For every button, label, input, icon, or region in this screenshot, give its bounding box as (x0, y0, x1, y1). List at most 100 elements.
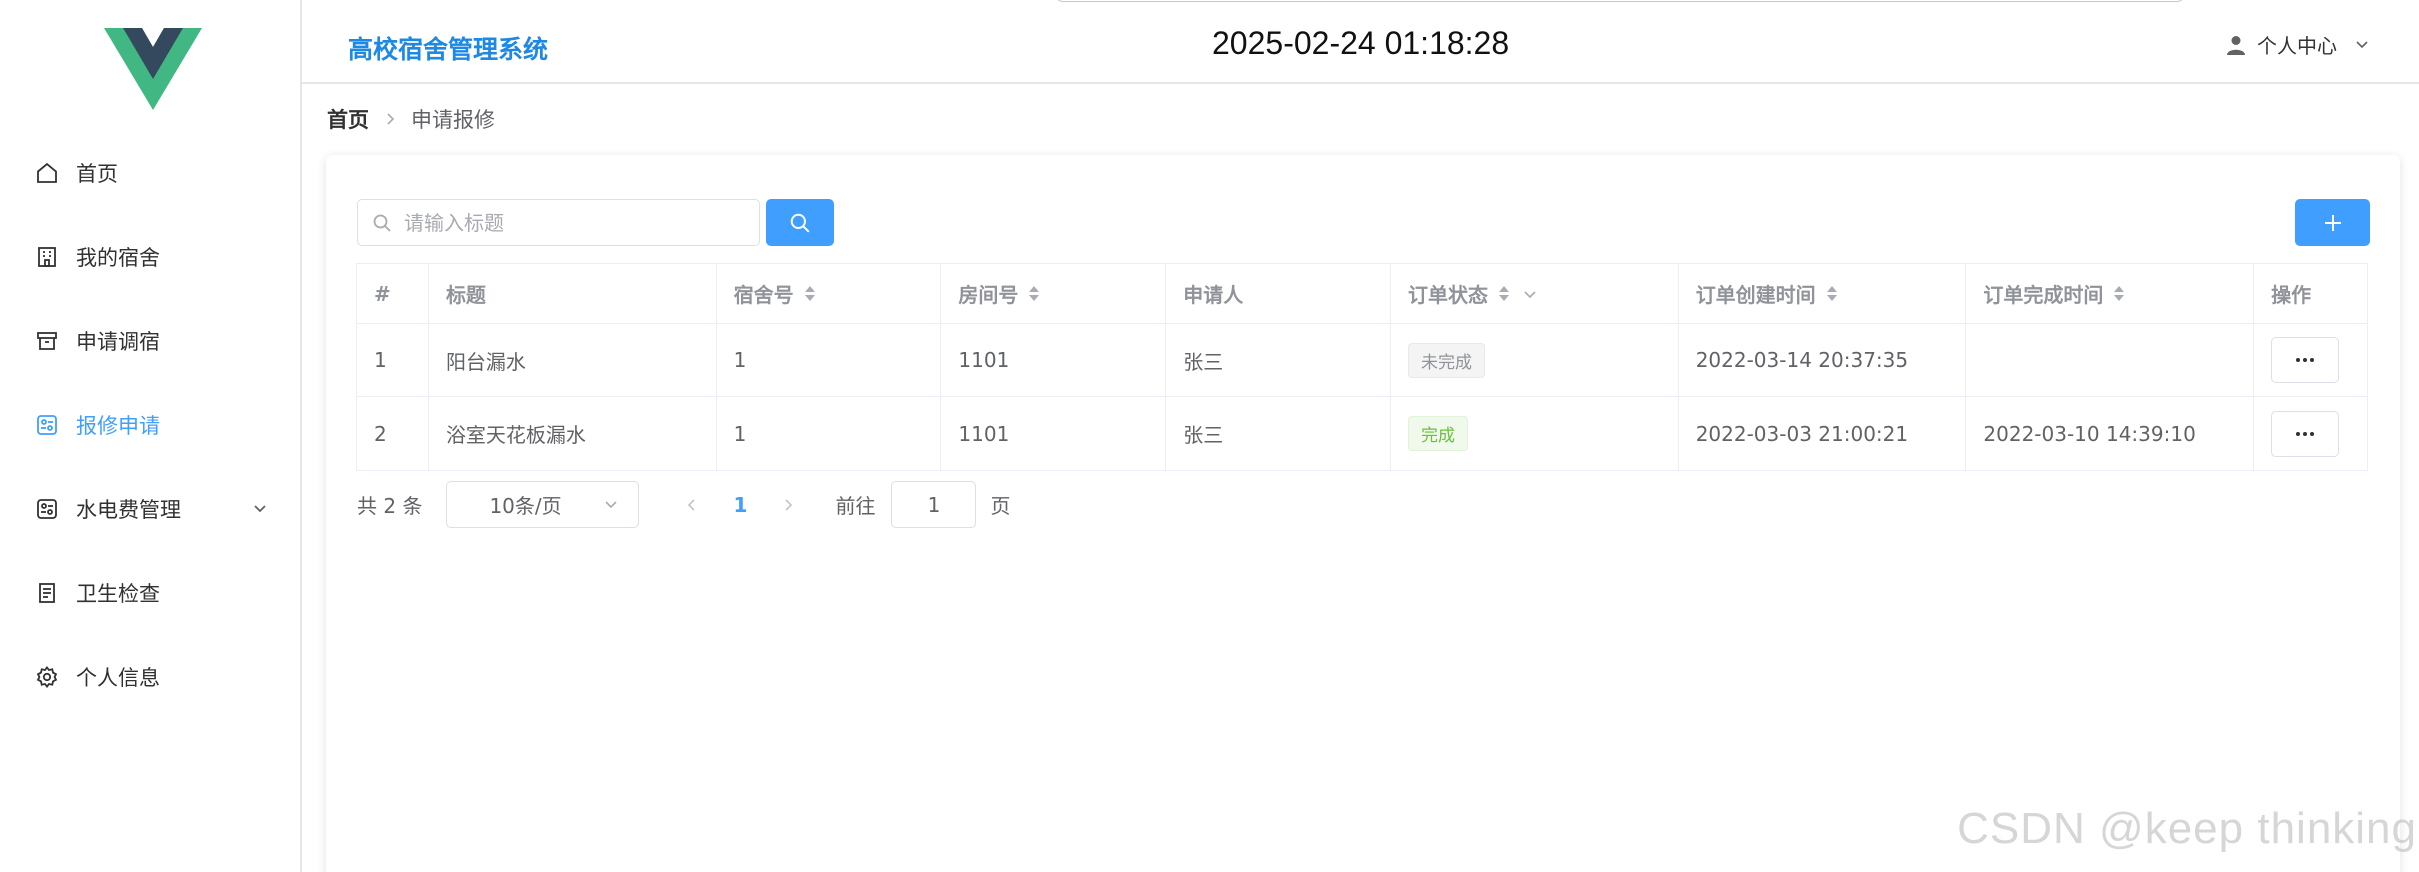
pagination: 共 2 条 10条/页 1 前往 页 (357, 481, 1010, 528)
goto-label: 前往 (835, 494, 876, 518)
building-icon (32, 242, 62, 272)
sidebar-item-label: 报修申请 (76, 414, 160, 438)
watermark: CSDN @keep thinking (1957, 804, 2417, 853)
sidebar-item-repair[interactable]: 报修申请 (0, 395, 300, 455)
cell-actions (2254, 397, 2367, 470)
user-center-dropdown[interactable]: 个人中心 (2225, 30, 2371, 59)
clock: 2025-02-24 01:18:28 (1212, 25, 1510, 61)
column-header-status[interactable]: 订单状态 (1391, 264, 1679, 323)
cell-room: 1101 (941, 397, 1167, 470)
more-actions-button[interactable] (2271, 337, 2340, 383)
repair-icon (32, 410, 62, 440)
prev-page-button[interactable] (677, 498, 707, 512)
column-header-room[interactable]: 房间号 (941, 264, 1167, 323)
column-header-title: 标题 (429, 264, 717, 323)
cell-applicant: 张三 (1166, 397, 1391, 470)
content-card: # 标题 宿舍号 房间号 申请人 订单状态 订单创建时间 订单完成时间 操作 1… (326, 155, 2400, 872)
next-page-button[interactable] (773, 498, 803, 512)
document-icon (32, 578, 62, 608)
cell-room: 1101 (941, 324, 1167, 396)
cell-finished (1966, 324, 2255, 396)
sidebar-item-my-dorm[interactable]: 我的宿舍 (0, 227, 300, 287)
sidebar: 首页 我的宿舍 申请调宿 报修申请 水电费管理 卫生检查 个人信息 (0, 0, 302, 872)
utility-icon (32, 494, 62, 524)
filter-chevron-icon[interactable] (1522, 286, 1538, 302)
sidebar-item-label: 申请调宿 (76, 330, 160, 354)
chevron-left-icon (688, 498, 696, 511)
home-icon (32, 158, 62, 188)
plus-icon (2324, 214, 2341, 231)
page-number[interactable]: 1 (725, 493, 755, 517)
vue-logo (104, 28, 202, 110)
search-box[interactable] (357, 199, 760, 246)
column-header-label: 订单完成时间 (1983, 283, 2104, 307)
sort-icon[interactable] (1826, 284, 1838, 304)
app-title[interactable]: 高校宿舍管理系统 (348, 30, 548, 66)
column-header-label: 房间号 (958, 283, 1019, 307)
user-icon (2227, 35, 2245, 55)
cell-finished: 2022-03-10 14:39:10 (1966, 397, 2255, 470)
sidebar-item-transfer[interactable]: 申请调宿 (0, 311, 300, 371)
more-dots-icon (2296, 431, 2315, 436)
cell-title: 阳台漏水 (429, 324, 717, 396)
cell-status: 未完成 (1391, 324, 1679, 396)
cell-index: 1 (357, 324, 429, 396)
goto-page-input[interactable] (891, 481, 977, 528)
chevron-right-icon (785, 498, 793, 511)
status-badge: 未完成 (1407, 342, 1485, 378)
browser-bar-edge (1055, 0, 2185, 2)
sidebar-item-label: 我的宿舍 (76, 246, 160, 270)
page-suffix: 页 (990, 494, 1011, 518)
column-header-actions: 操作 (2271, 283, 2312, 307)
user-center-label: 个人中心 (2257, 34, 2337, 58)
add-button[interactable] (2295, 199, 2370, 246)
sort-icon[interactable] (2113, 284, 2125, 304)
cell-applicant: 张三 (1166, 324, 1391, 396)
table-row: 2 浴室天花板漏水 1 1101 张三 完成 2022-03-03 21:00:… (357, 397, 2367, 470)
sidebar-item-label: 卫生检查 (76, 582, 160, 606)
cell-dorm: 1 (717, 324, 942, 396)
column-header-applicant: 申请人 (1166, 264, 1391, 323)
page-size-select[interactable]: 10条/页 (446, 481, 640, 528)
column-header-label: 订单状态 (1407, 283, 1488, 307)
table-row: 1 阳台漏水 1 1101 张三 未完成 2022-03-14 20:37:35 (357, 324, 2367, 397)
search-icon (373, 214, 391, 232)
sidebar-item-label: 个人信息 (76, 666, 160, 690)
box-icon (32, 326, 62, 356)
column-header-label: 订单创建时间 (1695, 283, 1816, 307)
sidebar-item-home[interactable]: 首页 (0, 143, 300, 203)
search-button[interactable] (766, 199, 834, 246)
sidebar-item-profile[interactable]: 个人信息 (0, 647, 300, 707)
gear-icon (32, 662, 62, 692)
more-actions-button[interactable] (2271, 410, 2340, 457)
cell-created: 2022-03-03 21:00:21 (1679, 397, 1967, 470)
column-header-created[interactable]: 订单创建时间 (1679, 264, 1967, 323)
sort-icon[interactable] (1028, 284, 1040, 304)
cell-index: 2 (357, 397, 429, 470)
table-header-row: # 标题 宿舍号 房间号 申请人 订单状态 订单创建时间 订单完成时间 操作 (357, 264, 2367, 324)
chevron-right-icon (383, 107, 397, 131)
sidebar-item-utility[interactable]: 水电费管理 (0, 479, 300, 539)
cell-title: 浴室天花板漏水 (429, 397, 717, 470)
sidebar-item-label: 水电费管理 (76, 498, 181, 522)
sidebar-item-hygiene[interactable]: 卫生检查 (0, 563, 300, 623)
sort-icon[interactable] (1498, 284, 1510, 304)
chevron-down-icon (2356, 40, 2368, 48)
breadcrumb-home[interactable]: 首页 (327, 104, 369, 134)
column-header-label: 宿舍号 (733, 283, 794, 307)
pagination-total: 共 2 条 (357, 494, 423, 518)
search-input[interactable] (404, 210, 744, 235)
column-header-dorm[interactable]: 宿舍号 (717, 264, 942, 323)
repair-table: # 标题 宿舍号 房间号 申请人 订单状态 订单创建时间 订单完成时间 操作 1… (356, 263, 2368, 471)
page-size-value: 10条/页 (489, 494, 562, 518)
status-badge: 完成 (1407, 416, 1468, 451)
sort-icon[interactable] (804, 284, 816, 304)
column-header-finished[interactable]: 订单完成时间 (1966, 264, 2255, 323)
cell-created: 2022-03-14 20:37:35 (1679, 324, 1967, 396)
top-header: 高校宿舍管理系统 2025-02-24 01:18:28 个人中心 (302, 8, 2419, 84)
more-dots-icon (2296, 358, 2315, 362)
chevron-down-icon (605, 501, 618, 509)
cell-status: 完成 (1391, 397, 1679, 470)
cell-dorm: 1 (717, 397, 942, 470)
cell-actions (2254, 324, 2367, 396)
